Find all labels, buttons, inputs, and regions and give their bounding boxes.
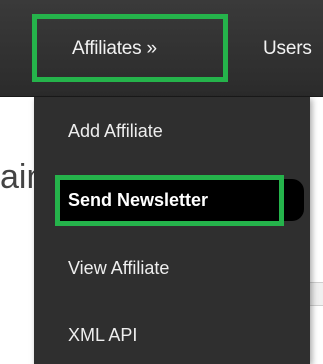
top-navigation-bar: Affiliates » Users xyxy=(0,0,323,97)
screenshot-stage: Affiliates » Users ain Add Affiliate Sen… xyxy=(0,0,323,364)
menu-item-send-newsletter[interactable]: Send Newsletter xyxy=(58,179,304,221)
menu-item-add-affiliate-label: Add Affiliate xyxy=(68,120,163,141)
menu-item-add-affiliate[interactable]: Add Affiliate xyxy=(68,111,163,151)
menu-item-xml-api[interactable]: XML API xyxy=(68,315,137,355)
nav-item-affiliates-label: Affiliates » xyxy=(72,38,157,59)
nav-item-users[interactable]: Users xyxy=(263,24,312,74)
nav-item-affiliates[interactable]: Affiliates » xyxy=(72,24,157,74)
menu-item-xml-api-label: XML API xyxy=(68,324,138,345)
menu-item-send-newsletter-label: Send Newsletter xyxy=(68,189,209,210)
menu-item-view-affiliate[interactable]: View Affiliate xyxy=(68,248,169,288)
nav-item-users-label: Users xyxy=(263,38,312,59)
menu-item-view-affiliate-label: View Affiliate xyxy=(68,257,170,278)
